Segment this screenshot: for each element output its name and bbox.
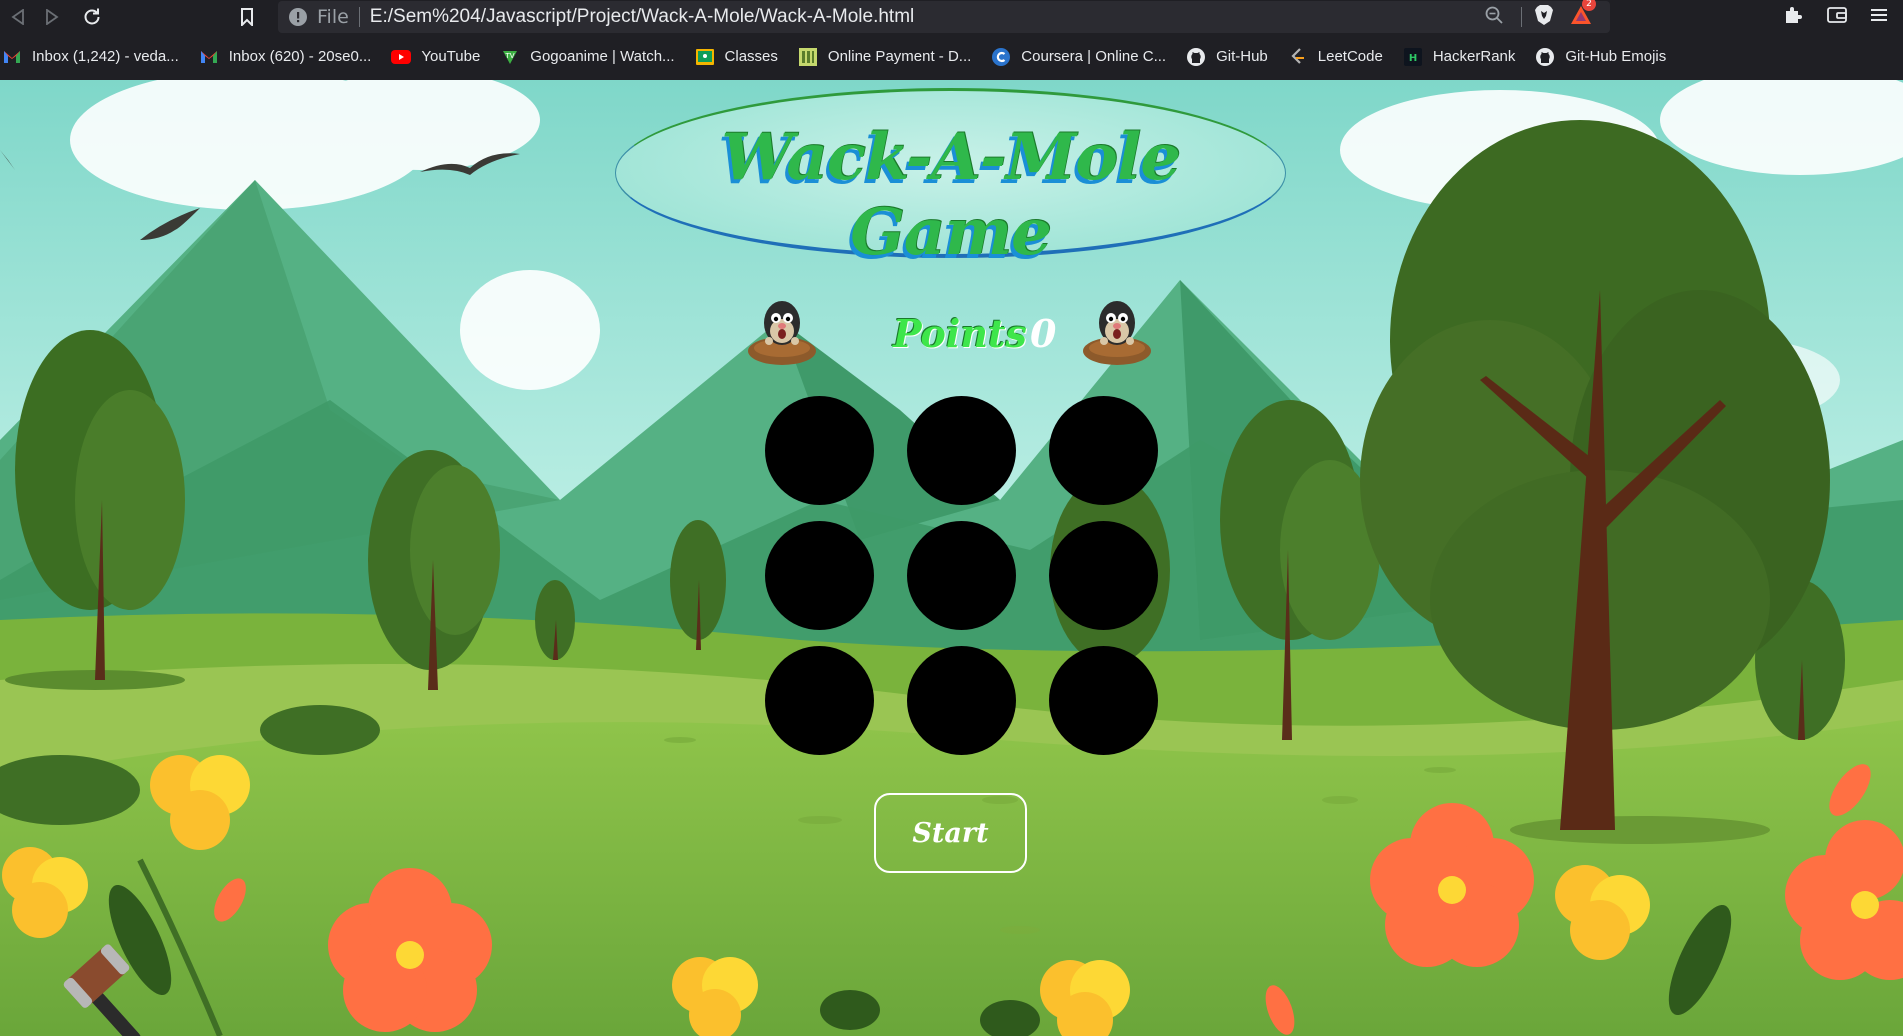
gmail-icon [199,47,219,67]
reload-icon[interactable] [74,0,110,34]
points-label: Points [893,311,1027,356]
bookmark-label: Coursera | Online C... [1021,48,1167,65]
classroom-icon [695,47,715,67]
bookmark-label: HackerRank [1432,48,1516,65]
bookmark-label: LeetCode [1317,48,1383,65]
bookmark-label: Classes [724,48,778,65]
zoom-icon[interactable] [1485,6,1503,28]
gmail-icon [2,47,22,67]
brave-shield-icon[interactable] [1534,4,1554,30]
brave-rewards-icon[interactable]: 2 [1570,0,1596,29]
svg-text:TV: TV [505,52,515,60]
browser-toolbar: File E:/Sem%204/Javascript/Project/Wack-… [0,0,1903,34]
bookmark-gmail-2[interactable]: Inbox (620) - 20se0... [199,47,372,67]
game-title: Wack-A-Mole Game [721,120,1181,270]
mole-icon [748,301,816,365]
bookmark-payment[interactable]: Online Payment - D... [798,47,971,67]
leetcode-icon [1288,47,1308,67]
svg-text:H: H [1409,53,1417,64]
bookmark-label: Git-Hub Emojis [1565,48,1667,65]
notification-badge: 2 [1582,0,1596,11]
game-page: Wack-A-Mole Game Points 0 Start [0,80,1903,1036]
bookmark-label: Inbox (620) - 20se0... [228,48,372,65]
bookmark-label: Online Payment - D... [827,48,972,65]
mole-hole-1[interactable] [765,396,874,505]
address-scheme: File [317,6,349,28]
coursera-icon [991,47,1011,67]
mole-hole-7[interactable] [765,646,874,755]
mole-hole-8[interactable] [907,646,1016,755]
bookmark-label: Inbox (1,242) - veda... [32,48,179,65]
mole-hole-3[interactable] [1049,396,1158,505]
mole-hole-5[interactable] [907,521,1016,630]
bookmark-leetcode[interactable]: LeetCode [1288,47,1383,67]
mole-hole-4[interactable] [765,521,874,630]
bookmark-label: YouTube [421,48,481,65]
payment-icon [798,47,818,67]
mole-icon [1083,301,1151,365]
wallet-icon[interactable] [1827,6,1847,28]
bookmark-classes[interactable]: Classes [695,47,778,67]
mole-hole-2[interactable] [907,396,1016,505]
score-row: Points 0 [0,293,1903,373]
points-value: 0 [1030,311,1057,356]
forward-icon[interactable] [34,0,70,34]
hackerrank-icon: H [1403,47,1423,67]
address-bar[interactable]: File E:/Sem%204/Javascript/Project/Wack-… [278,0,1610,33]
bookmark-hackerrank[interactable]: H HackerRank [1403,47,1516,67]
address-separator [358,7,360,27]
github-icon [1186,47,1206,67]
start-button[interactable]: Start [874,793,1027,873]
hammer-cursor-icon [63,944,141,1036]
bookmark-label: Gogoanime | Watch... [530,48,675,65]
bookmark-github[interactable]: Git-Hub [1186,47,1268,67]
bookmark-label: Git-Hub [1216,48,1268,65]
divider [1521,7,1522,27]
back-icon[interactable] [0,0,36,34]
mole-hole-6[interactable] [1049,521,1158,630]
bookmark-gmail-1[interactable]: Inbox (1,242) - veda... [2,47,179,67]
bookmark-coursera[interactable]: Coursera | Online C... [991,47,1166,67]
github-icon [1535,47,1555,67]
bookmark-icon[interactable] [229,0,265,34]
youtube-icon [391,47,412,67]
mole-hole-9[interactable] [1049,646,1158,755]
bookmark-gogoanime[interactable]: TV Gogoanime | Watch... [500,47,675,67]
info-icon[interactable] [288,7,308,27]
address-url[interactable]: E:/Sem%204/Javascript/Project/Wack-A-Mol… [370,6,914,28]
bookmark-github-emojis[interactable]: Git-Hub Emojis [1535,47,1666,67]
bookmark-youtube[interactable]: YouTube [391,47,480,67]
extensions-icon[interactable] [1783,5,1803,29]
game-board [765,396,1158,756]
bookmarks-bar: Inbox (1,242) - veda... Inbox (620) - 20… [0,34,1903,80]
menu-icon[interactable] [1871,7,1887,27]
gogoanime-icon: TV [500,47,520,67]
